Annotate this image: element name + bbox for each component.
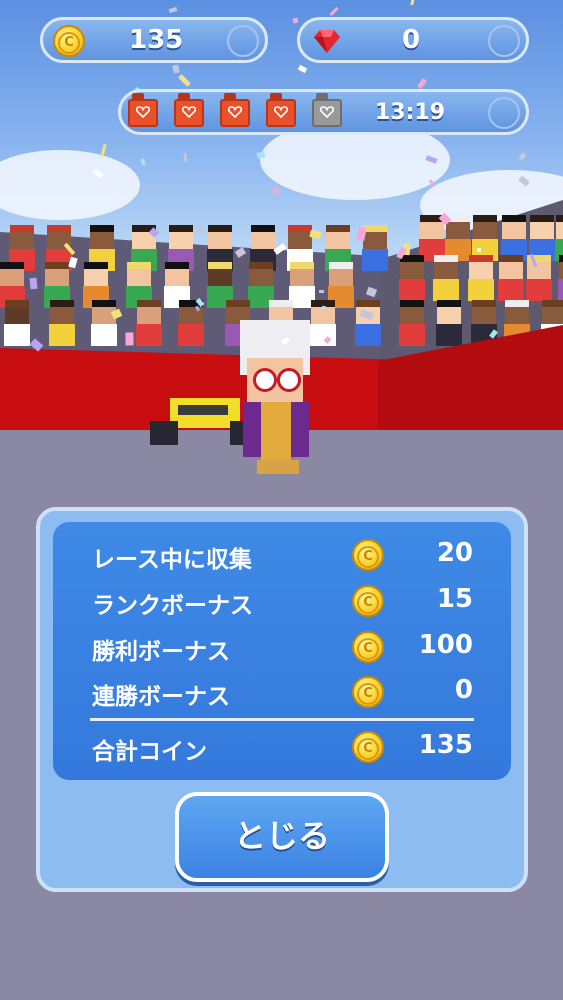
spectator-head: [530, 215, 554, 239]
spectator-body: [91, 324, 117, 346]
spectator-body: [433, 279, 459, 301]
spectator-body: [468, 279, 494, 301]
row-label-collected: レース中に収集: [92, 547, 252, 573]
spectator-head: [559, 255, 563, 279]
gem-icon: [314, 30, 340, 53]
spectator-body: [355, 324, 381, 346]
spectator-head: [208, 225, 232, 249]
coin-icon: C: [352, 731, 384, 763]
spectator-head: [400, 255, 424, 279]
coin-count: 135: [129, 25, 184, 55]
row-value-rank-bonus: 15: [436, 584, 473, 614]
coin-icon: C: [53, 25, 85, 57]
row-label-win-bonus: 勝利ボーナス: [92, 639, 230, 665]
player-character: [235, 320, 320, 480]
spectator-head: [45, 262, 69, 286]
spectator-head: [208, 262, 232, 286]
spectator-head: [5, 300, 29, 324]
spectator-head: [434, 255, 458, 279]
spectator-head: [502, 215, 526, 239]
spectator-body: [178, 324, 204, 346]
total-value: 135: [418, 730, 473, 760]
spectator-head: [251, 225, 275, 249]
confetti-piece: [29, 277, 38, 290]
confetti-piece: [125, 332, 134, 346]
fuel-can-icon: [220, 93, 250, 127]
spectator-head: [499, 255, 523, 279]
coin-icon: C: [352, 585, 384, 617]
spectator-body: [49, 324, 75, 346]
spectator-head: [249, 262, 273, 286]
spectator-head: [469, 255, 493, 279]
spectator-head: [556, 215, 563, 239]
spectator-body: [362, 249, 388, 271]
coin-icon: C: [352, 631, 384, 663]
spectator-body: [399, 324, 425, 346]
row-value-collected: 20: [436, 538, 473, 568]
spectator-body: [4, 324, 30, 346]
total-label: 合計コイン: [92, 739, 207, 765]
fuel-can-icon: [266, 93, 296, 127]
fuel-can-icon: [128, 93, 158, 127]
coin-counter: C 135: [40, 17, 268, 63]
row-value-streak-bonus: 0: [454, 675, 473, 705]
spectator-head: [50, 300, 74, 324]
spectator-body: [498, 279, 524, 301]
row-label-rank-bonus: ランクボーナス: [92, 593, 253, 619]
close-button[interactable]: とじる: [175, 792, 389, 882]
spectator-head: [10, 225, 34, 249]
fuel-refill-timer: 13:19: [375, 100, 446, 125]
spectator-head: [127, 262, 151, 286]
spectator-head: [90, 225, 114, 249]
gem-counter: 0: [297, 17, 529, 63]
confetti-piece: [318, 289, 325, 294]
spectator-head: [473, 215, 497, 239]
confetti-piece: [321, 305, 327, 310]
spectator-body: [526, 279, 552, 301]
spectator-head: [437, 300, 461, 324]
spectator-head: [472, 300, 496, 324]
add-fuel-button[interactable]: [488, 97, 520, 129]
spectator-head: [505, 300, 529, 324]
divider: [90, 718, 474, 721]
spectator-head: [288, 225, 312, 249]
spectator-head: [290, 262, 314, 286]
spectator-head: [0, 262, 24, 286]
spectator-head: [542, 300, 563, 324]
spectator-head: [84, 262, 108, 286]
gem-count: 0: [402, 25, 421, 55]
row-value-win-bonus: 100: [418, 630, 473, 660]
spectator-head: [169, 225, 193, 249]
add-coins-button[interactable]: [227, 25, 259, 57]
add-gems-button[interactable]: [488, 25, 520, 57]
fuel-can-icon: [312, 93, 342, 127]
coin-icon: C: [352, 676, 384, 708]
spectator-head: [329, 262, 353, 286]
spectator-head: [400, 300, 424, 324]
spectator-body: [136, 324, 162, 346]
spectator-head: [326, 225, 350, 249]
spectator-head: [137, 300, 161, 324]
spectator-body: [558, 279, 563, 301]
coin-icon: C: [352, 539, 384, 571]
confetti-piece: [476, 247, 482, 253]
spectator-head: [165, 262, 189, 286]
row-label-streak-bonus: 連勝ボーナス: [92, 684, 230, 710]
fuel-can-icon: [174, 93, 204, 127]
spectator-body: [436, 324, 462, 346]
spectator-body: [399, 279, 425, 301]
